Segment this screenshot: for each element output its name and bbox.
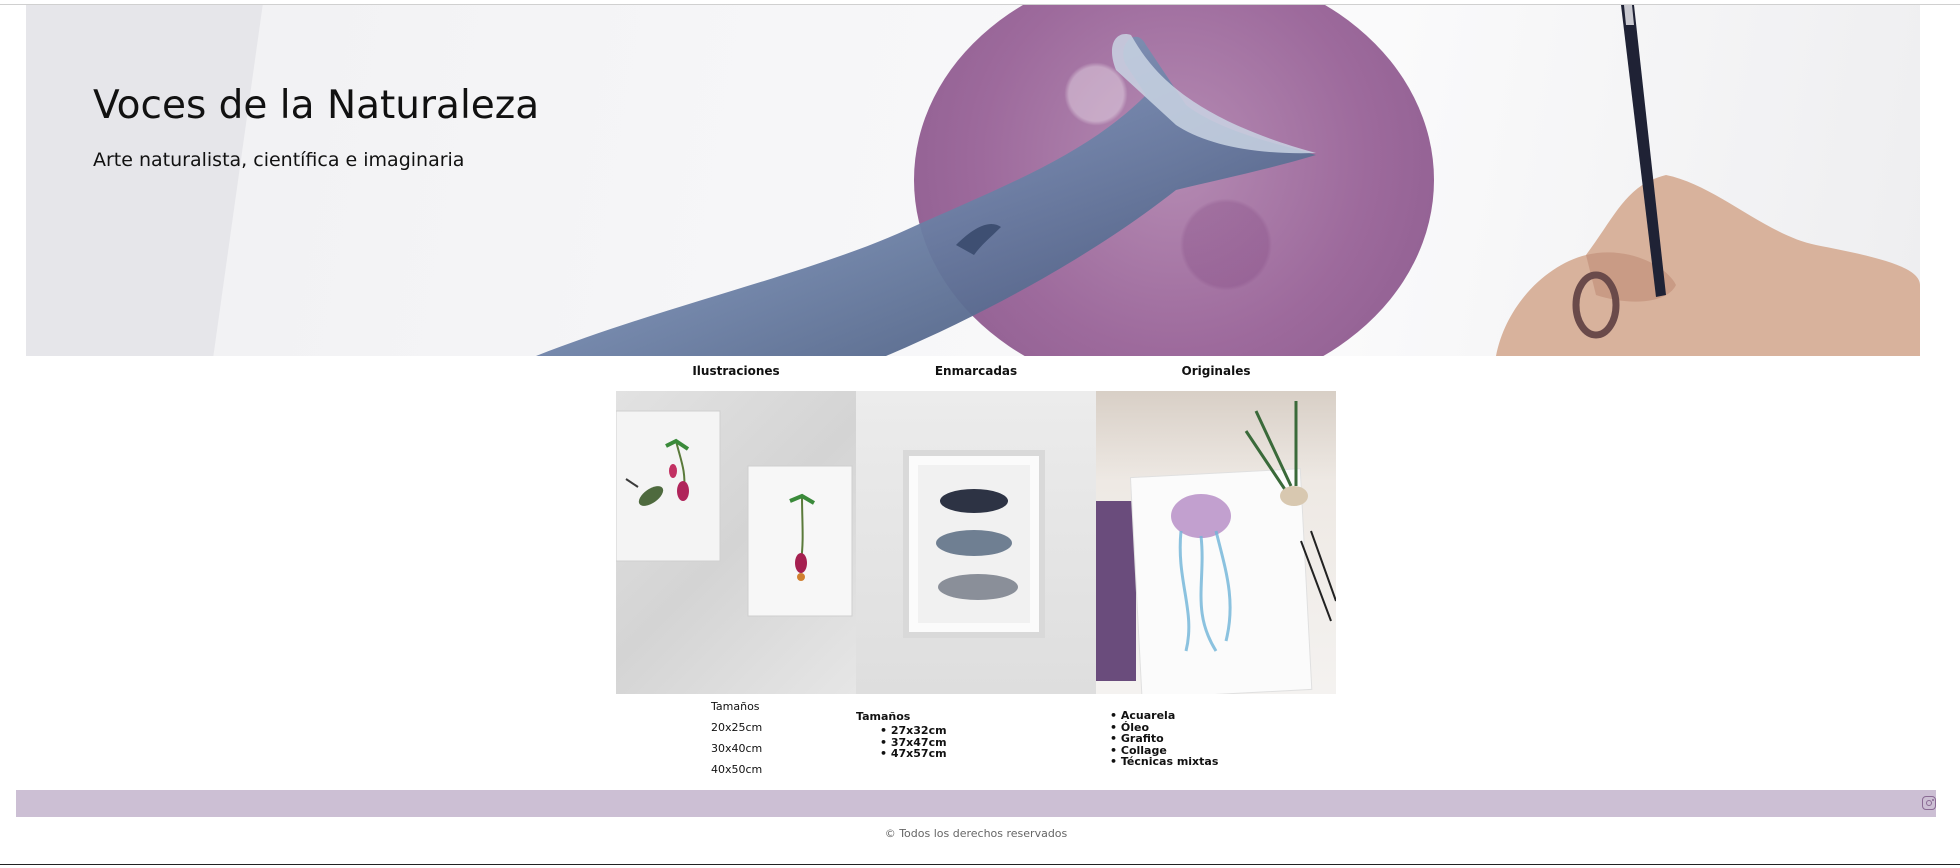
- ilustraciones-artwork: [616, 410, 853, 617]
- heading-enmarcadas[interactable]: Enmarcadas: [856, 363, 1096, 379]
- originales-artwork: [1096, 401, 1336, 694]
- originales-info: Acuarela Óleo Grafito Collage Técnicas m…: [1110, 710, 1219, 768]
- site-subtitle: Arte naturalista, científica e imaginari…: [93, 149, 465, 171]
- hero-banner: Voces de la Naturaleza Arte naturalista,…: [26, 5, 1920, 356]
- ilustraciones-info: Tamaños 20x25cm 30x40cm 40x50cm: [711, 701, 856, 785]
- enmarcadas-image[interactable]: [856, 391, 1096, 694]
- ilustraciones-sizes-label: Tamaños: [711, 700, 760, 713]
- ilustraciones-size-3: 40x50cm: [711, 763, 763, 776]
- ilustraciones-size-2: 30x40cm: [711, 742, 763, 755]
- hero-whale-illustration: [536, 5, 1920, 356]
- site-title: Voces de la Naturaleza: [93, 83, 540, 128]
- enmarcadas-info: Tamaños 27x32cm 37x47cm 47x57cm: [856, 710, 947, 760]
- originales-techniques-list: Acuarela Óleo Grafito Collage Técnicas m…: [1110, 710, 1219, 768]
- technique-1: Acuarela: [1110, 710, 1218, 722]
- footer-bar: [16, 790, 1936, 817]
- gallery-column-ilustraciones: Ilustraciones Tamaños 20x25cm 30x40cm 40…: [616, 363, 856, 775]
- enmarcadas-artwork: [903, 450, 1045, 638]
- heading-ilustraciones[interactable]: Ilustraciones: [616, 363, 856, 379]
- copyright-text: © Todos los derechos reservados: [884, 827, 1068, 840]
- ilustraciones-image[interactable]: [616, 391, 856, 694]
- instagram-icon[interactable]: [1922, 796, 1936, 810]
- enmarcadas-size-3: 47x57cm: [880, 748, 947, 760]
- bottom-divider: [0, 864, 1960, 865]
- enmarcadas-sizes-label: Tamaños: [856, 710, 911, 723]
- enmarcadas-sizes-list: 27x32cm 37x47cm 47x57cm: [856, 725, 947, 760]
- enmarcadas-size-1: 27x32cm: [880, 725, 947, 737]
- gallery-column-enmarcadas: Enmarcadas Tamaños 27x32cm 37x47cm 47x57…: [856, 363, 1096, 759]
- gallery-column-originales: Originales Acuarela Óleo Grafito Collage…: [1096, 363, 1336, 767]
- heading-originales[interactable]: Originales: [1096, 363, 1336, 379]
- ilustraciones-size-1: 20x25cm: [711, 721, 763, 734]
- technique-3: Grafito: [1110, 733, 1218, 745]
- originales-image[interactable]: [1096, 391, 1336, 694]
- technique-5: Técnicas mixtas: [1110, 756, 1219, 768]
